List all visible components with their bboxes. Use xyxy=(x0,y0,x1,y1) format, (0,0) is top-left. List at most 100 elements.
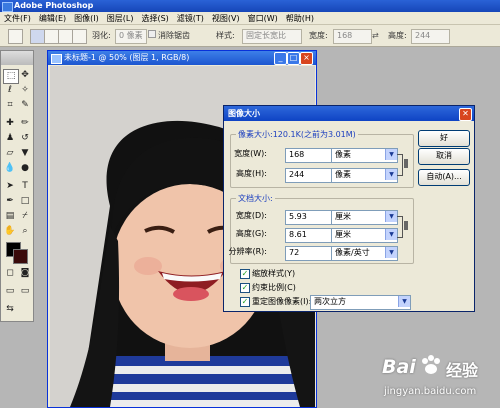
chevron-down-icon: ▼ xyxy=(385,149,397,160)
shape-tool-icon[interactable]: □ xyxy=(18,195,32,208)
paint-bucket-icon[interactable]: ▼ xyxy=(18,147,32,160)
dialog-title: 图像大小 xyxy=(228,109,260,118)
pixel-height-input[interactable]: 244 xyxy=(285,168,332,183)
type-tool-icon[interactable]: T xyxy=(18,180,32,193)
brush-tool-icon[interactable]: ✏ xyxy=(18,117,32,130)
eraser-tool-icon[interactable]: ▱ xyxy=(3,147,17,160)
intersect-selection-icon[interactable] xyxy=(72,29,87,44)
close-icon[interactable]: × xyxy=(300,52,313,65)
move-tool-icon[interactable]: ✥ xyxy=(18,69,32,82)
jump-to-imageready-icon[interactable]: ⇆ xyxy=(3,303,17,316)
menu-view[interactable]: 视图(V) xyxy=(210,13,242,24)
eyedropper-icon[interactable]: ⌿ xyxy=(18,210,32,223)
zoom-tool-icon[interactable]: ⌕ xyxy=(18,225,32,238)
resample-method-select[interactable]: 两次立方 ▼ xyxy=(310,295,411,310)
width-label: 宽度: xyxy=(309,31,328,40)
height-input[interactable]: 244 xyxy=(411,29,450,44)
chevron-down-icon: ▼ xyxy=(385,247,397,258)
scale-styles-checkbox[interactable]: ✓ 缩放样式(Y) xyxy=(240,268,295,279)
document-size-group: 文档大小: 宽度(D): 5.93 厘米 ▼ 高度(G): 8.61 厘米 ▼ 分辨… xyxy=(229,193,414,264)
doc-link-bracket xyxy=(397,216,403,238)
menu-layer[interactable]: 图层(L) xyxy=(105,13,136,24)
doc-width-label: 宽度(D): xyxy=(235,211,267,220)
pixel-height-unit: 像素 xyxy=(335,170,351,179)
marquee-tool-preset-icon[interactable] xyxy=(8,29,23,44)
pixel-width-label: 宽度(W): xyxy=(234,149,267,158)
chain-link-icon xyxy=(404,221,408,230)
chevron-down-icon: ▼ xyxy=(385,229,397,240)
new-selection-icon[interactable] xyxy=(30,29,45,44)
watermark-brand: Bai xyxy=(382,356,416,378)
antialias-checkbox[interactable]: 消除锯齿 xyxy=(148,30,190,42)
feather-input[interactable]: 0 像素 xyxy=(115,29,147,44)
constrain-proportions-checkbox[interactable]: ✓ 约束比例(C) xyxy=(240,282,296,293)
pixel-dimensions-group: 像素大小:120.1K(之前为3.01M) 宽度(W): 168 像素 ▼ 高度(… xyxy=(230,129,414,188)
resolution-unit-select[interactable]: 像素/英寸 ▼ xyxy=(331,246,398,261)
crop-tool-icon[interactable]: ⌗ xyxy=(3,99,17,112)
hand-tool-icon[interactable]: ✋ xyxy=(3,225,17,238)
resample-checkbox[interactable]: ✓ 重定图像像素(I): xyxy=(240,296,311,307)
clone-stamp-icon[interactable]: ♟ xyxy=(3,132,17,145)
antialias-box-icon xyxy=(148,30,156,38)
width-input[interactable]: 168 xyxy=(333,29,372,44)
standard-mode-icon[interactable]: ◻ xyxy=(3,267,17,280)
screen-mode-1-icon[interactable]: ▭ xyxy=(3,285,17,298)
pixel-height-unit-select[interactable]: 像素 ▼ xyxy=(331,168,398,183)
resolution-label: 分辨率(R): xyxy=(228,247,268,256)
pixel-width-input[interactable]: 168 xyxy=(285,148,332,163)
blur-tool-icon[interactable]: 💧 xyxy=(3,162,17,175)
menu-filter[interactable]: 滤镜(T) xyxy=(175,13,206,24)
background-color-swatch[interactable] xyxy=(13,249,28,264)
ok-button[interactable]: 好 xyxy=(418,130,470,147)
baidu-watermark: Bai 经验 jingyan.baidu.com xyxy=(382,350,498,406)
checkmark-icon: ✓ xyxy=(240,269,250,279)
style-select[interactable]: 固定长宽比 xyxy=(242,29,302,44)
dodge-tool-icon[interactable]: ● xyxy=(18,162,32,175)
history-brush-icon[interactable]: ↺ xyxy=(18,132,32,145)
doc-height-input[interactable]: 8.61 xyxy=(285,228,332,243)
pixel-width-unit-select[interactable]: 像素 ▼ xyxy=(331,148,398,163)
resample-method: 两次立方 xyxy=(314,297,346,306)
dialog-close-icon[interactable]: ✕ xyxy=(459,108,472,121)
pen-tool-icon[interactable]: ✒ xyxy=(3,195,17,208)
document-title-bar: 未标题-1 @ 50% (图层 1, RGB/8) _ □ × xyxy=(48,51,316,65)
photoshop-icon xyxy=(2,2,13,12)
resolution-input[interactable]: 72 xyxy=(285,246,332,261)
menu-edit[interactable]: 编辑(E) xyxy=(37,13,68,24)
doc-width-input[interactable]: 5.93 xyxy=(285,210,332,225)
healing-brush-icon[interactable]: ✚ xyxy=(3,117,17,130)
subtract-selection-icon[interactable] xyxy=(58,29,73,44)
notes-tool-icon[interactable]: ▤ xyxy=(3,210,17,223)
doc-height-unit-select[interactable]: 厘米 ▼ xyxy=(331,228,398,243)
minimize-icon[interactable]: _ xyxy=(274,52,287,65)
menu-window[interactable]: 窗口(W) xyxy=(246,13,280,24)
feather-label: 羽化: xyxy=(92,31,111,40)
app-title-bar: Adobe Photoshop xyxy=(0,0,500,12)
height-label: 高度: xyxy=(388,31,407,40)
doc-height-label: 高度(G): xyxy=(235,229,267,238)
menu-file[interactable]: 文件(F) xyxy=(2,13,33,24)
marquee-tool-icon[interactable]: ⬚ xyxy=(3,69,19,84)
auto-button[interactable]: 自动(A)... xyxy=(418,169,470,186)
swap-icon[interactable]: ⇄ xyxy=(372,30,379,42)
menu-image[interactable]: 图像(I) xyxy=(72,13,101,24)
menu-select[interactable]: 选择(S) xyxy=(139,13,170,24)
menu-help[interactable]: 帮助(H) xyxy=(284,13,316,24)
doc-width-unit-select[interactable]: 厘米 ▼ xyxy=(331,210,398,225)
maximize-icon[interactable]: □ xyxy=(287,52,300,65)
slice-tool-icon[interactable]: ✎ xyxy=(18,99,32,112)
quickmask-mode-icon[interactable]: ◙ xyxy=(18,267,32,280)
resample-label: 重定图像像素(I): xyxy=(252,297,312,306)
lasso-tool-icon[interactable]: ℓ xyxy=(3,84,17,97)
app-title: Adobe Photoshop xyxy=(14,1,94,10)
add-selection-icon[interactable] xyxy=(44,29,59,44)
magic-wand-icon[interactable]: ✧ xyxy=(18,84,32,97)
path-select-icon[interactable]: ➤ xyxy=(3,180,17,193)
pixel-width-unit: 像素 xyxy=(335,150,351,159)
scale-styles-label: 缩放样式(Y) xyxy=(252,269,296,278)
pixel-link-bracket xyxy=(397,154,403,176)
document-size-label: 文档大小: xyxy=(236,193,275,204)
screen-mode-2-icon[interactable]: ▭ xyxy=(18,285,32,298)
dialog-title-bar: 图像大小 ✕ xyxy=(224,106,474,121)
cancel-button[interactable]: 取消 xyxy=(418,148,470,165)
